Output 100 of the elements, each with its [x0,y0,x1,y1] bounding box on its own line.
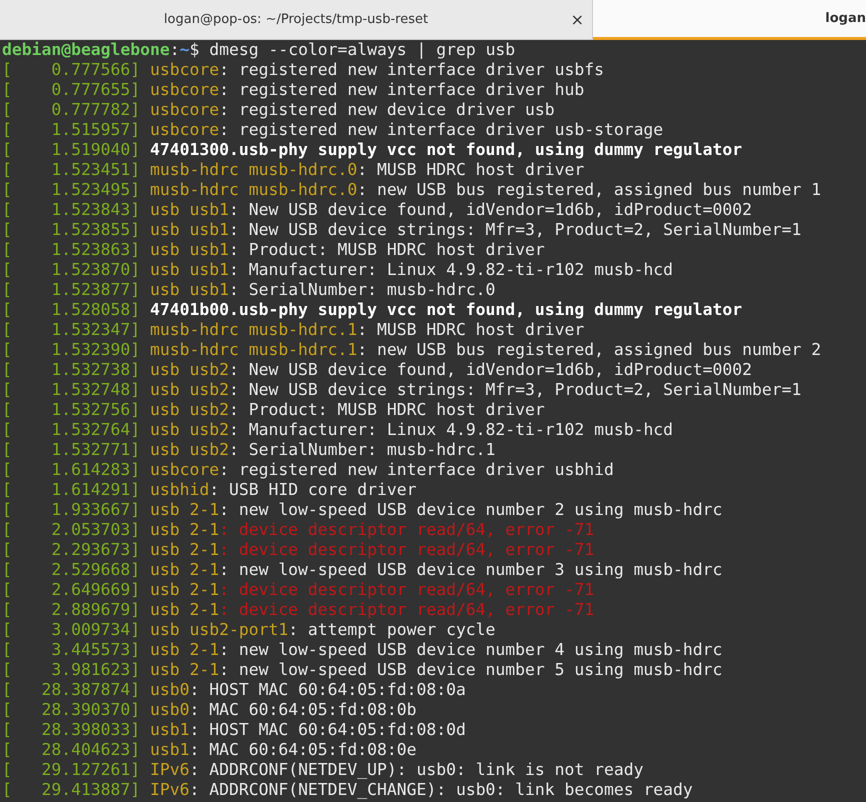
timestamp: [ 0.777782] [2,100,140,120]
log-source: usb usb2-port1 [150,620,288,640]
timestamp: [ 1.614291] [2,480,140,500]
log-source: usb 2-1 [150,560,220,580]
close-tab-button[interactable]: × [568,10,586,30]
log-message: 47401300.usb-phy supply vcc not found, using dummy regulator [150,140,742,160]
log-message: : ADDRCONF(NETDEV_CHANGE): usb0: link becomes ready [190,780,693,800]
timestamp: [ 3.981623] [2,660,140,680]
timestamp: [ 1.523855] [2,220,140,240]
timestamp: [ 1.523863] [2,240,140,260]
log-message: : MUSB HDRC host driver [357,160,584,180]
timestamp: [ 1.933667] [2,500,140,520]
log-message: : new USB bus registered, assigned bus number 2 [357,340,822,360]
log-source: usb 2-1 [150,540,220,560]
log-source: usb usb2 [150,380,229,400]
timestamp: [ 1.523870] [2,260,140,280]
log-message: : SerialNumber: musb-hdrc.1 [228,440,496,460]
prompt-path: ~ [180,40,190,60]
log-source: musb-hdrc musb-hdrc.0 [150,180,358,200]
log-source: usb0 [150,700,190,720]
log-message: 47401b00.usb-phy supply vcc not found, using dummy regulator [150,300,742,320]
log-message: : New USB device strings: Mfr=3, Product=2, SerialNumber=1 [228,380,802,400]
timestamp: [ 1.532347] [2,320,140,340]
log-message: : registered new interface driver usb-storage [219,120,664,140]
log-source: usbhid [150,480,210,500]
log-source: usb usb1 [150,260,229,280]
timestamp: [ 1.523495] [2,180,140,200]
command-text: dmesg --color=always | grep usb [208,40,516,60]
timestamp: [ 29.413887] [2,780,140,800]
log-message: : new low-speed USB device number 4 using musb-hdrc [219,640,722,660]
log-source: usb usb1 [150,280,229,300]
timestamp: [ 2.053703] [2,520,140,540]
log-message: : attempt power cycle [288,620,496,640]
timestamp: [ 2.889679] [2,600,140,620]
log-source: usb1 [150,740,190,760]
log-message: : registered new device driver usb [219,100,555,120]
log-source: usbcore [150,100,220,120]
log-source: usbcore [150,60,220,80]
timestamp: [ 1.523451] [2,160,140,180]
terminal-tab[interactable]: logan [593,0,866,40]
log-message: : New USB device strings: Mfr=3, Product=2, SerialNumber=1 [228,220,802,240]
timestamp: [ 0.777655] [2,80,140,100]
timestamp: [ 28.398033] [2,720,140,740]
timestamp: [ 3.009734] [2,620,140,640]
log-source: usb 2-1 [150,640,220,660]
log-message: : ADDRCONF(NETDEV_UP): usb0: link is not ready [190,760,644,780]
timestamp: [ 2.529668] [2,560,140,580]
log-message: : HOST MAC 60:64:05:fd:08:0a [190,680,466,700]
log-message: : HOST MAC 60:64:05:fd:08:0d [190,720,466,740]
log-source: usb usb2 [150,420,229,440]
terminal-tab[interactable]: logan@pop-os: ~/Projects/tmp-usb-reset × [0,0,593,40]
log-message: : Manufacturer: Linux 4.9.82-ti-r102 musb-hcd [228,260,674,280]
timestamp: [ 0.777566] [2,60,140,80]
log-message: : Product: MUSB HDRC host driver [228,240,545,260]
log-source: usb 2-1 [150,500,220,520]
log-source: usb 2-1 [150,580,220,600]
log-source: usb usb2 [150,360,229,380]
log-message: : MUSB HDRC host driver [357,320,584,340]
timestamp: [ 1.523843] [2,200,140,220]
timestamp: [ 1.528058] [2,300,140,320]
log-message: : device descriptor read/64, error -71 [219,580,594,600]
log-source: usb usb1 [150,240,229,260]
timestamp: [ 2.293673] [2,540,140,560]
timestamp: [ 1.532390] [2,340,140,360]
log-source: usbcore [150,120,220,140]
timestamp: [ 1.532738] [2,360,140,380]
timestamp: [ 1.519040] [2,140,140,160]
log-source: IPv6 [150,780,190,800]
log-message: : Manufacturer: Linux 4.9.82-ti-r102 musb-hcd [228,420,674,440]
log-source: usb0 [150,680,190,700]
log-message: : New USB device found, idVendor=1d6b, idProduct=0002 [228,200,752,220]
log-message: : device descriptor read/64, error -71 [219,520,594,540]
timestamp: [ 2.649669] [2,580,140,600]
prompt-user-host: debian@beaglebone [2,40,170,60]
log-source: musb-hdrc musb-hdrc.1 [150,340,358,360]
timestamp: [ 1.614283] [2,460,140,480]
log-source: usbcore [150,80,220,100]
log-message: : USB HID core driver [209,480,416,500]
log-message: : New USB device found, idVendor=1d6b, idProduct=0002 [228,360,752,380]
timestamp: [ 3.445573] [2,640,140,660]
log-source: usb usb1 [150,200,229,220]
log-message: : registered new interface driver usbfs [219,60,604,80]
log-message: : device descriptor read/64, error -71 [219,600,594,620]
log-source: usbcore [150,460,220,480]
timestamp: [ 28.404623] [2,740,140,760]
prompt-separator: : [170,40,180,60]
timestamp: [ 1.523877] [2,280,140,300]
log-message: : new low-speed USB device number 5 using musb-hdrc [219,660,722,680]
log-source: usb 2-1 [150,520,220,540]
log-source: usb 2-1 [150,600,220,620]
timestamp: [ 29.127261] [2,760,140,780]
log-message: : registered new interface driver usbhid [219,460,614,480]
timestamp: [ 1.532764] [2,420,140,440]
timestamp: [ 28.387874] [2,680,140,700]
log-message: : SerialNumber: musb-hdrc.0 [228,280,496,300]
log-source: musb-hdrc musb-hdrc.1 [150,320,358,340]
timestamp: [ 1.532771] [2,440,140,460]
log-source: usb 2-1 [150,660,220,680]
log-source: IPv6 [150,760,190,780]
log-message: : MAC 60:64:05:fd:08:0b [190,700,416,720]
